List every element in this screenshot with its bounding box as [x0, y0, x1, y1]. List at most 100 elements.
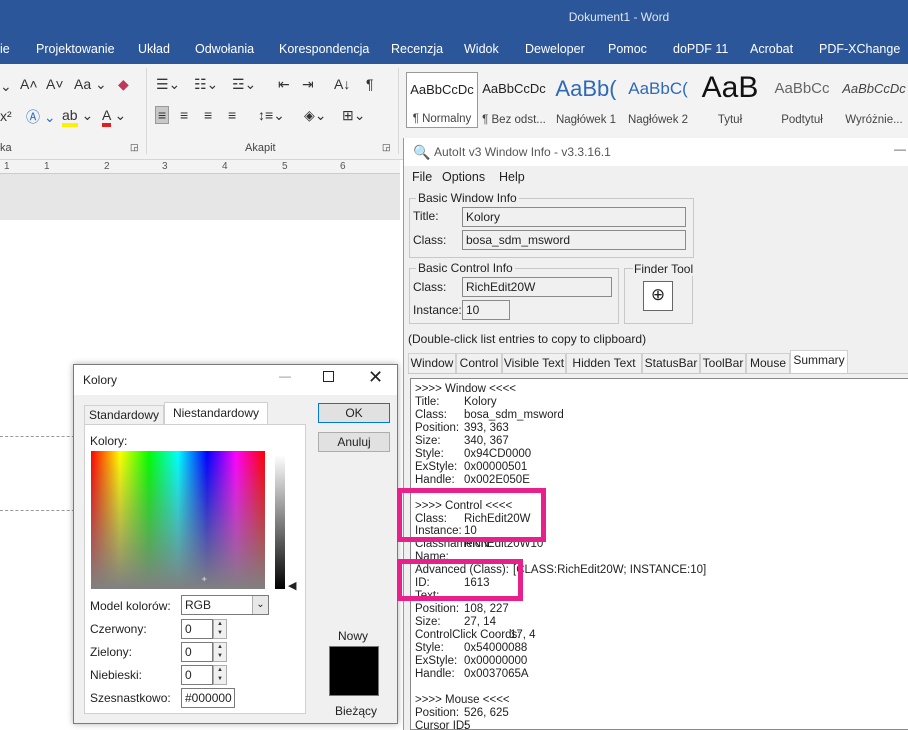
- hex-input[interactable]: #000000: [181, 688, 235, 708]
- menu-item[interactable]: Układ: [138, 42, 170, 56]
- menu-item[interactable]: Acrobat: [750, 42, 793, 56]
- style-item[interactable]: AaBbCcDc ¶ Normalny: [406, 72, 478, 128]
- green-input[interactable]: 0: [181, 642, 213, 662]
- autoit-menu-item[interactable]: Options: [442, 170, 485, 184]
- style-item[interactable]: AaBbCc Podtytuł: [766, 72, 838, 128]
- multilevel-list-icon[interactable]: ☲⌄: [232, 76, 256, 93]
- autoit-titlebar: 🔍 AutoIt v3 Window Info - v3.3.16.1 —: [404, 138, 908, 166]
- menu-item[interactable]: Widok: [464, 42, 499, 56]
- luminance-arrow-icon[interactable]: ◀: [288, 579, 296, 592]
- text-effects-icon[interactable]: Ⓐ ⌄: [26, 107, 56, 127]
- summary-list[interactable]: >>>> Window <<<< Title: Kolory Class: bosa_s…: [410, 378, 908, 730]
- chevron-down-icon[interactable]: ⌄: [252, 596, 268, 614]
- decrease-indent-icon[interactable]: ⇤: [278, 76, 290, 93]
- ok-button[interactable]: OK: [318, 403, 390, 423]
- style-item[interactable]: AaB Tytuł: [694, 72, 766, 128]
- grow-font-icon[interactable]: A˄: [20, 76, 38, 92]
- line-spacing-icon[interactable]: ↕≡⌄: [258, 107, 285, 124]
- summary-key: ControlClick Coords:: [415, 629, 521, 642]
- align-left-icon[interactable]: ≡: [155, 106, 170, 124]
- luminance-slider[interactable]: [275, 455, 285, 589]
- control-class-field[interactable]: RichEdit20W: [462, 277, 612, 297]
- color-spectrum[interactable]: [91, 451, 265, 589]
- menu-item[interactable]: Deweloper: [525, 42, 585, 56]
- red-spinner[interactable]: ▲ ▼: [213, 619, 227, 639]
- style-item[interactable]: AaBbCcDc ¶ Bez odst...: [478, 72, 550, 128]
- finder-tool-title: Finder Tool: [633, 262, 695, 276]
- red-input[interactable]: 0: [181, 619, 213, 639]
- bullets-icon[interactable]: ☰⌄: [156, 76, 180, 93]
- maximize-icon[interactable]: [323, 371, 334, 382]
- menu-item[interactable]: doPDF 11: [673, 42, 728, 56]
- summary-key: Position:: [415, 603, 460, 616]
- menu-item[interactable]: Projektowanie: [36, 42, 115, 56]
- summary-key: Position:: [415, 706, 460, 719]
- menu-item[interactable]: Pomoc: [608, 42, 647, 56]
- summary-key: ExStyle:: [415, 460, 458, 473]
- finder-crosshair-icon[interactable]: ⊕: [643, 281, 673, 311]
- clear-formatting-icon[interactable]: ◆: [118, 76, 129, 93]
- dialog-launcher-icon[interactable]: ◲: [382, 142, 391, 153]
- numbering-icon[interactable]: ☷⌄: [194, 76, 218, 93]
- color-model-select[interactable]: RGB ⌄: [181, 595, 269, 615]
- blue-input[interactable]: 0: [181, 665, 213, 685]
- sort-icon[interactable]: A↓: [334, 76, 350, 92]
- menu-item[interactable]: Recenzja: [391, 42, 443, 56]
- close-icon[interactable]: ✕: [368, 367, 383, 388]
- minimize-icon[interactable]: —: [279, 369, 291, 383]
- menu-item[interactable]: Korespondencja: [279, 42, 369, 56]
- cancel-button[interactable]: Anuluj: [318, 432, 390, 452]
- style-item[interactable]: AaBb(Nagłówek 1: [550, 72, 622, 128]
- summary-value: Kolory: [464, 395, 497, 408]
- align-right-icon[interactable]: ≡: [204, 107, 212, 123]
- increase-indent-icon[interactable]: ⇥: [302, 76, 314, 93]
- summary-key: Class:: [415, 408, 447, 421]
- autoit-tab[interactable]: Hidden Text: [566, 353, 642, 373]
- change-case-icon[interactable]: Aa ⌄: [74, 76, 107, 93]
- font-color-icon[interactable]: A ⌄: [102, 107, 126, 127]
- menu-item[interactable]: Odwołania: [195, 42, 254, 56]
- green-spinner[interactable]: ▲ ▼: [213, 642, 227, 662]
- autoit-tab[interactable]: Mouse: [746, 353, 790, 373]
- subscript-icon[interactable]: x²: [0, 108, 12, 124]
- summary-value: 0x00000000: [464, 654, 528, 667]
- tab-custom[interactable]: Niestandardowy: [164, 402, 268, 425]
- shading-icon[interactable]: ◈⌄: [304, 107, 327, 124]
- autoit-menu-item[interactable]: File: [412, 170, 432, 184]
- borders-icon[interactable]: ⊞⌄: [342, 107, 365, 124]
- style-sample: AaBbCcDc: [842, 81, 906, 96]
- summary-key: Title:: [415, 395, 440, 408]
- blue-spinner[interactable]: ▲ ▼: [213, 665, 227, 685]
- justify-icon[interactable]: ≡: [228, 107, 236, 123]
- autoit-search-icon: 🔍: [413, 144, 431, 160]
- autoit-tab[interactable]: Window: [408, 353, 456, 373]
- class-value-field[interactable]: bosa_sdm_msword: [462, 230, 686, 250]
- show-marks-icon[interactable]: ¶: [366, 76, 374, 92]
- dropdown-arrow-icon[interactable]: ⌄: [0, 78, 12, 95]
- summary-key: Cursor ID:: [415, 719, 468, 730]
- shrink-font-icon[interactable]: A˅: [46, 76, 64, 92]
- menu-item[interactable]: PDF-XChange: [819, 42, 900, 56]
- ruler-number: 5: [282, 161, 288, 172]
- style-item[interactable]: AaBbCcDc Wyróżnie...: [838, 72, 908, 128]
- autoit-tab[interactable]: Summary: [790, 350, 848, 374]
- dialog-launcher-icon[interactable]: ◲: [130, 142, 139, 153]
- color-crosshair-icon: ⁺: [201, 574, 208, 588]
- new-color-label: Nowy: [338, 629, 369, 643]
- summary-value: 0x54000088: [464, 642, 528, 654]
- autoit-tab[interactable]: Visible Text: [502, 353, 566, 373]
- highlight-icon[interactable]: ab ⌄: [62, 107, 93, 127]
- style-item[interactable]: AaBbC(Nagłówek 2: [622, 72, 694, 128]
- instance-field[interactable]: 10: [462, 300, 510, 320]
- autoit-tab[interactable]: Control: [456, 353, 502, 373]
- autoit-menu-item[interactable]: Help: [499, 170, 525, 184]
- tab-standard[interactable]: Standardowy: [84, 405, 164, 425]
- menu-item[interactable]: ie: [0, 42, 10, 56]
- title-value-field[interactable]: Kolory: [462, 207, 686, 227]
- minimize-icon[interactable]: —: [894, 142, 906, 156]
- autoit-tab[interactable]: StatusBar: [642, 353, 700, 373]
- colors-dialog-title: Kolory: [83, 373, 118, 387]
- align-center-icon[interactable]: ≡: [180, 107, 188, 123]
- autoit-tab[interactable]: ToolBar: [700, 353, 746, 373]
- summary-value: 0x94CD0000: [464, 447, 532, 460]
